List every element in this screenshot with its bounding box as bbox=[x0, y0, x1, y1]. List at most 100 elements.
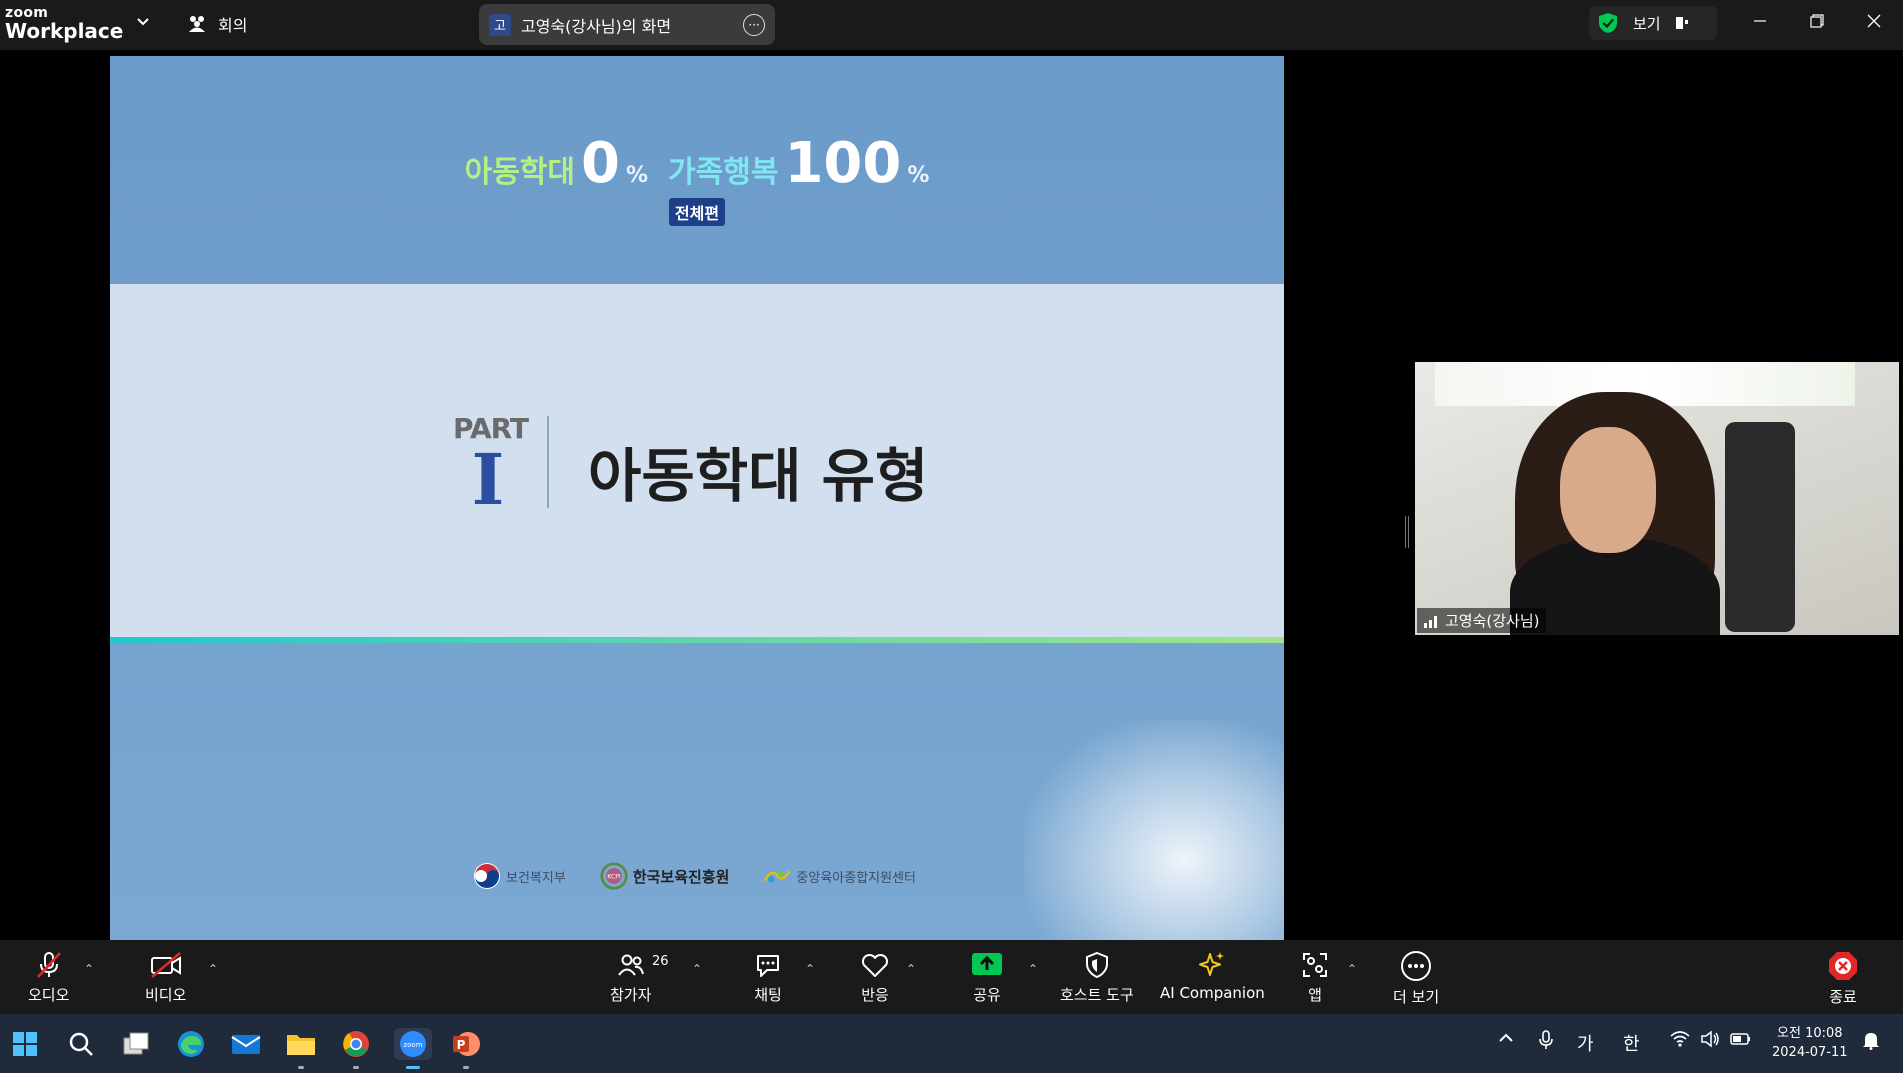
more-button[interactable]: 더 보기 bbox=[1393, 950, 1439, 1007]
audio-options-caret[interactable]: ⌃ bbox=[84, 962, 94, 976]
chevron-down-icon[interactable] bbox=[136, 14, 150, 33]
show-hidden-icons-caret[interactable] bbox=[1498, 1030, 1514, 1051]
logo-kcpi-text: 한국보육진흥원 bbox=[632, 867, 730, 886]
share-label: 공유 bbox=[973, 986, 1001, 1004]
layout-icon bbox=[1675, 17, 1688, 29]
apps-options-caret[interactable]: ⌃ bbox=[1347, 962, 1357, 976]
signal-bars-icon bbox=[1424, 615, 1437, 628]
center-logo-icon bbox=[763, 870, 791, 883]
kcpi-abbrev: KCPI bbox=[607, 874, 621, 881]
ai-companion-button[interactable]: AI Companion bbox=[1160, 950, 1265, 1002]
zoom-workplace-logo[interactable]: zoom Workplace bbox=[5, 6, 123, 41]
apps-button[interactable]: 앱 bbox=[1300, 950, 1330, 1005]
ime-mode-indicator[interactable]: 한 bbox=[1623, 1030, 1640, 1056]
title-bar: zoom Workplace 회의 고 고영숙(강사님)의 화면 ··· 보기 bbox=[0, 0, 1903, 50]
chat-button[interactable]: 채팅 bbox=[753, 950, 783, 1005]
slide-badge: 전체편 bbox=[668, 198, 726, 226]
participants-button[interactable]: 참가자 bbox=[610, 950, 651, 1005]
edge-icon[interactable] bbox=[174, 1028, 208, 1060]
share-button[interactable]: 공유 bbox=[971, 950, 1003, 1005]
mail-icon[interactable] bbox=[229, 1028, 263, 1060]
view-control[interactable]: 보기 bbox=[1589, 6, 1717, 40]
slide-title: 아동학대 유형 bbox=[588, 442, 929, 510]
camera-off-icon bbox=[150, 952, 181, 978]
band-bottom-line bbox=[110, 637, 1284, 643]
ellipsis-circle-icon bbox=[1401, 951, 1432, 981]
restore-button[interactable] bbox=[1797, 8, 1837, 34]
end-meeting-button[interactable]: 종료 bbox=[1827, 950, 1859, 1007]
reactions-label: 반응 bbox=[861, 986, 889, 1004]
sparkle-icon bbox=[1199, 952, 1225, 976]
task-view-icon[interactable] bbox=[119, 1028, 153, 1060]
ime-hangul-indicator[interactable]: 가 bbox=[1577, 1030, 1594, 1056]
title-band: PART I 아동학대 유형 bbox=[110, 284, 1284, 637]
battery-icon[interactable] bbox=[1730, 1030, 1752, 1053]
participants-count: 26 bbox=[652, 954, 669, 969]
share-options-caret[interactable]: ⌃ bbox=[1028, 962, 1038, 976]
view-label: 보기 bbox=[1633, 14, 1661, 33]
ppt-icon-text: P bbox=[457, 1038, 466, 1052]
participant-video[interactable]: 고영숙(강사님) bbox=[1415, 362, 1899, 635]
microphone-muted-icon bbox=[36, 952, 61, 978]
chrome-running-indicator bbox=[353, 1066, 359, 1069]
host-tools-button[interactable]: 호스트 도구 bbox=[1060, 950, 1134, 1005]
more-label: 더 보기 bbox=[1393, 988, 1440, 1006]
kcpi-logo-icon: KCPI bbox=[600, 862, 628, 890]
wifi-icon[interactable] bbox=[1670, 1030, 1690, 1053]
headline-b-value: 100 bbox=[784, 131, 902, 196]
sponsor-logos: 보건복지부 KCPI 한국보육진흥원 중앙육아종합지원센터 bbox=[473, 862, 916, 890]
windows-start-icon[interactable] bbox=[8, 1028, 42, 1060]
shared-slide[interactable]: 아동학대 0 % 가족행복 100 % 전체편 PART I 아동학대 유형 보… bbox=[110, 56, 1284, 940]
powerpoint-icon[interactable]: P bbox=[449, 1028, 483, 1060]
host-tools-label: 호스트 도구 bbox=[1060, 986, 1134, 1004]
participant-nametag: 고영숙(강사님) bbox=[1417, 608, 1546, 633]
ai-companion-label: AI Companion bbox=[1160, 984, 1265, 1002]
more-options-icon[interactable]: ··· bbox=[743, 13, 765, 36]
participants-icon bbox=[617, 954, 644, 976]
share-title: 고영숙(강사님)의 화면 bbox=[521, 16, 672, 36]
chat-label: 채팅 bbox=[754, 986, 782, 1004]
end-label: 종료 bbox=[1829, 988, 1857, 1006]
headline-a: 아동학대 bbox=[464, 155, 576, 190]
powerpoint-running-indicator bbox=[463, 1066, 469, 1069]
reactions-options-caret[interactable]: ⌃ bbox=[906, 962, 916, 976]
slide-headline: 아동학대 0 % 가족행복 100 % 전체편 bbox=[110, 136, 1284, 226]
participants-options-caret[interactable]: ⌃ bbox=[692, 962, 702, 976]
logo-ministry-text: 보건복지부 bbox=[506, 870, 566, 886]
taegeuk-icon bbox=[474, 863, 500, 889]
system-clock[interactable]: 오전 10:08 2024-07-11 bbox=[1772, 1024, 1848, 1062]
volume-icon[interactable] bbox=[1700, 1030, 1720, 1053]
tray-microphone-icon[interactable] bbox=[1538, 1030, 1554, 1055]
search-icon[interactable] bbox=[64, 1028, 98, 1060]
apps-label: 앱 bbox=[1308, 986, 1322, 1004]
logo-ministry: 보건복지부 bbox=[473, 862, 566, 890]
sharer-avatar: 고 bbox=[489, 13, 511, 36]
audio-button[interactable]: 오디오 bbox=[28, 950, 69, 1005]
reactions-button[interactable]: 반응 bbox=[860, 950, 890, 1005]
meeting-menu[interactable]: 회의 bbox=[186, 12, 247, 36]
host-shield-icon bbox=[1085, 951, 1108, 979]
screen-share-indicator[interactable]: 고 고영숙(강사님)의 화면 ··· bbox=[479, 4, 775, 45]
brand-large: Workplace bbox=[5, 19, 124, 43]
close-window-button[interactable] bbox=[1854, 8, 1894, 34]
video-options-caret[interactable]: ⌃ bbox=[208, 962, 218, 976]
video-person-face bbox=[1560, 427, 1656, 553]
logo-kcpi: KCPI 한국보육진흥원 bbox=[600, 862, 730, 890]
meeting-label: 회의 bbox=[218, 16, 248, 35]
chrome-icon[interactable] bbox=[339, 1028, 373, 1060]
notification-bell-icon[interactable] bbox=[1862, 1030, 1880, 1055]
heart-icon bbox=[861, 953, 889, 977]
headline-a-pct: % bbox=[625, 163, 649, 188]
file-explorer-icon[interactable] bbox=[284, 1028, 318, 1060]
headline-b: 가족행복 bbox=[668, 155, 779, 190]
chat-options-caret[interactable]: ⌃ bbox=[805, 962, 815, 976]
participant-name: 고영숙(강사님) bbox=[1445, 612, 1540, 630]
minimize-button[interactable] bbox=[1740, 8, 1780, 34]
zoom-taskbar-icon[interactable]: zoom bbox=[394, 1028, 432, 1060]
video-button[interactable]: 비디오 bbox=[145, 950, 186, 1005]
meeting-toolbar: 오디오 ⌃ 비디오 ⌃ 참가자 26 ⌃ 채팅 ⌃ 반응 ⌃ 공유 ⌃ 호스트 … bbox=[0, 940, 1903, 1014]
video-label: 비디오 bbox=[145, 986, 187, 1004]
part-marker: PART I bbox=[453, 412, 529, 515]
brand-small: zoom bbox=[5, 5, 49, 21]
panel-resize-handle[interactable] bbox=[1405, 516, 1409, 548]
